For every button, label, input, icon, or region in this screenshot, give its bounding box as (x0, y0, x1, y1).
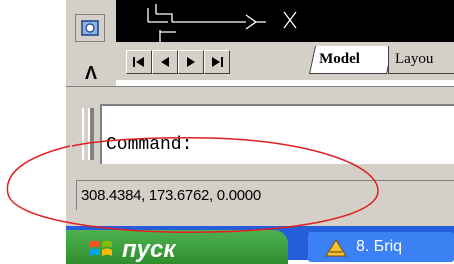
tab-model[interactable]: Model (309, 46, 393, 74)
taskbar-task-label: 8. Бriq (356, 238, 403, 255)
coordinate-readout[interactable]: 308.4384, 173.6762, 0.0000 (76, 180, 454, 210)
layout-tab-bar: Model Layou (116, 42, 454, 80)
tab-layout-label: Layou (395, 51, 434, 67)
next-tab-icon (187, 57, 195, 67)
separator-bar (66, 86, 454, 101)
first-tab-button[interactable] (126, 50, 152, 74)
coordinate-value: 308.4384, 173.6762, 0.0000 (81, 187, 261, 204)
command-prompt: Command: (106, 135, 193, 155)
view-icon-button[interactable] (75, 14, 105, 42)
autocad-app-icon (325, 239, 347, 257)
view-icon (81, 20, 99, 36)
next-tab-button[interactable] (178, 50, 204, 74)
drawing-canvas[interactable] (116, 0, 454, 42)
previous-tab-icon (161, 57, 169, 67)
panel-grip-handle-inner (88, 108, 94, 160)
tab-model-label: Model (319, 51, 360, 67)
last-tab-icon (212, 57, 223, 67)
tab-layout[interactable]: Layou (388, 46, 454, 74)
windows-logo-icon (90, 240, 112, 256)
canvas-drawing (147, 4, 297, 42)
ucs-axis-icon: Λ (84, 63, 97, 83)
command-line-window[interactable] (100, 104, 454, 164)
last-tab-button[interactable] (204, 50, 230, 74)
first-tab-icon (133, 57, 144, 67)
previous-tab-button[interactable] (152, 50, 178, 74)
